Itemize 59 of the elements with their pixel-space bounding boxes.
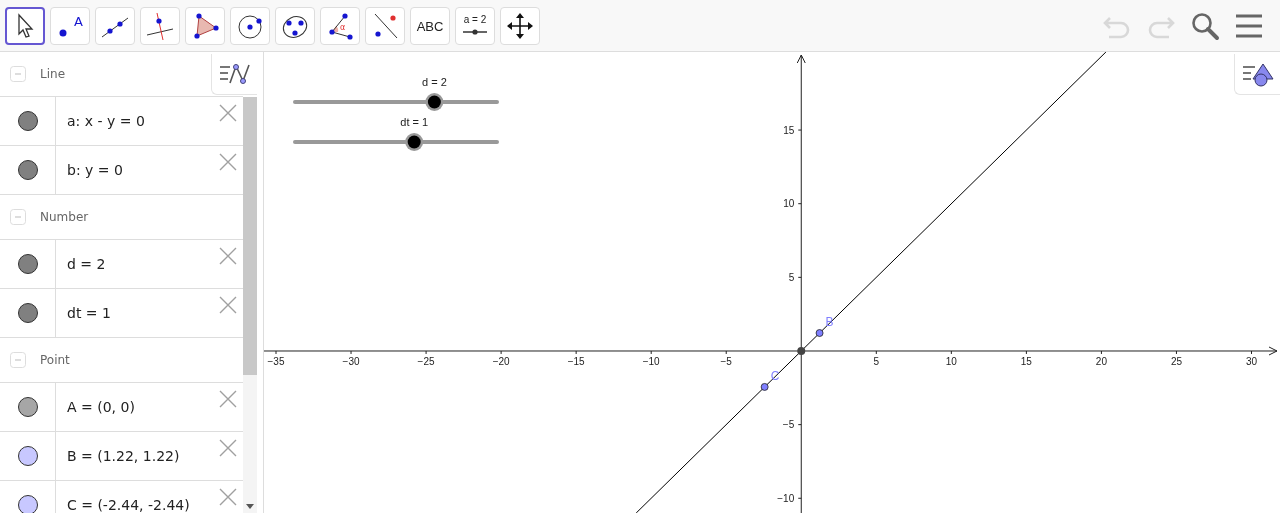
visibility-toggle[interactable]: [17, 446, 38, 466]
y-tick-label: 10: [783, 198, 795, 210]
origin-point[interactable]: [797, 347, 806, 355]
x-tick-label: −5: [720, 356, 732, 367]
y-tick-label: 5: [788, 271, 795, 283]
close-icon[interactable]: [219, 247, 237, 265]
algebra-entry[interactable]: a: x - y = 0: [67, 113, 145, 129]
visibility-toggle[interactable]: [17, 495, 38, 513]
graph-style-icon: [217, 61, 252, 87]
point[interactable]: [815, 329, 824, 337]
x-tick-label: 10: [945, 356, 957, 367]
close-icon[interactable]: [219, 390, 237, 408]
visibility-toggle[interactable]: [17, 160, 38, 180]
algebra-entry[interactable]: dt = 1: [67, 305, 111, 321]
scroll-down-icon[interactable]: [246, 504, 254, 509]
close-icon[interactable]: [219, 153, 237, 171]
group-title: Point: [40, 353, 70, 367]
visibility-toggle[interactable]: [17, 397, 38, 417]
algebra-entry[interactable]: d = 2: [67, 256, 106, 272]
x-tick-label: 5: [873, 356, 880, 367]
x-tick-label: 30: [1245, 356, 1258, 367]
group-title: Line: [40, 67, 65, 81]
slider-track[interactable]: [293, 140, 499, 144]
slider-label: d = 2: [422, 76, 447, 88]
visibility-toggle[interactable]: [17, 303, 38, 323]
x-tick-label: 25: [1170, 356, 1182, 367]
slider-label: dt = 1: [400, 116, 429, 128]
tool-button[interactable]: [5, 6, 45, 45]
algebra-entry[interactable]: A = (0, 0): [67, 399, 135, 415]
slider-thumb[interactable]: [405, 133, 424, 151]
x-tick-label: 20: [1095, 356, 1107, 367]
group-title: Number: [40, 210, 89, 224]
visibility-toggle[interactable]: [17, 254, 38, 274]
x-tick-label: −10: [642, 356, 660, 367]
x-tick-label: −20: [492, 356, 510, 367]
y-tick-label: −10: [777, 492, 795, 504]
scrollbar-thumb[interactable]: [243, 97, 257, 375]
algebra-entry[interactable]: B = (1.22, 1.22): [67, 448, 180, 464]
y-tick-label: 15: [783, 124, 795, 136]
point[interactable]: [760, 383, 769, 391]
shapes-style-icon: [1240, 61, 1275, 87]
style-bar-button[interactable]: [1234, 54, 1280, 95]
close-icon[interactable]: [219, 104, 237, 122]
algebra-entry[interactable]: C = (-2.44, -2.44): [67, 497, 190, 513]
style-bar-button[interactable]: [211, 54, 257, 95]
x-tick-label: 15: [1020, 356, 1032, 367]
slider-thumb[interactable]: [425, 93, 444, 111]
y-tick-label: −5: [782, 419, 795, 431]
close-icon[interactable]: [219, 296, 237, 314]
close-icon[interactable]: [219, 439, 237, 457]
slider-track[interactable]: [293, 100, 499, 104]
x-tick-label: −30: [342, 356, 360, 367]
scrollbar[interactable]: [243, 97, 257, 513]
x-tick-label: −35: [267, 356, 285, 367]
x-tick-label: −25: [417, 356, 435, 367]
x-tick-label: −15: [567, 356, 585, 367]
algebra-entry[interactable]: b: y = 0: [67, 162, 123, 178]
visibility-toggle[interactable]: [17, 111, 38, 131]
close-icon[interactable]: [219, 488, 237, 506]
